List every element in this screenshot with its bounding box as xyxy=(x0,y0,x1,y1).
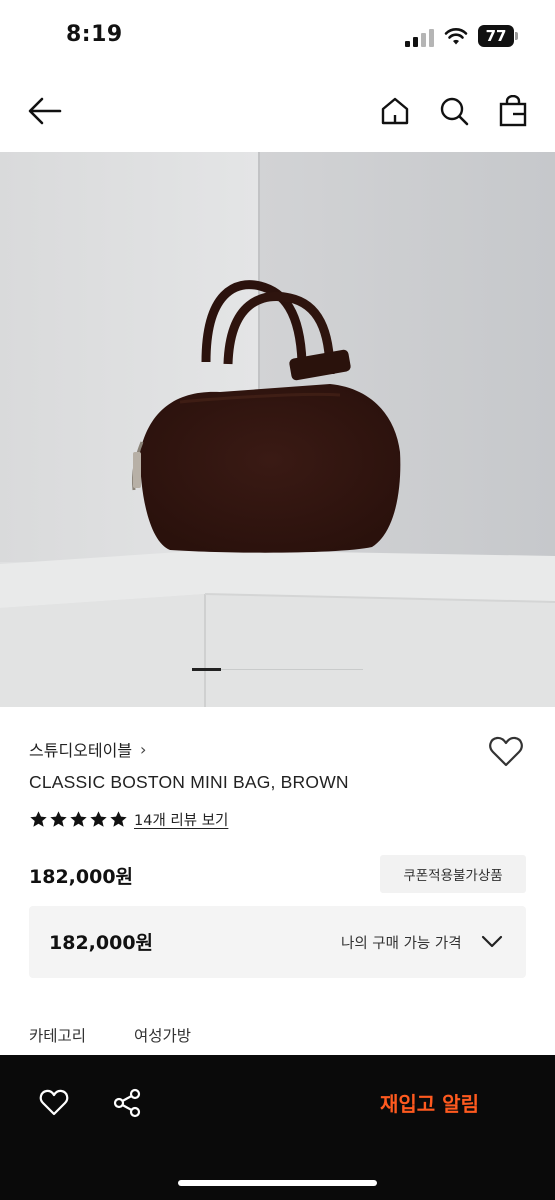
back-button[interactable] xyxy=(26,92,64,130)
chevron-right-icon: › xyxy=(140,739,147,759)
rating-stars xyxy=(29,810,128,829)
star-icon xyxy=(50,811,67,827)
rating-row: 14개 리뷰 보기 xyxy=(29,809,228,830)
status-bar: 8:19 77 xyxy=(0,0,555,72)
battery-level: 77 xyxy=(478,25,514,47)
star-icon xyxy=(70,811,87,827)
home-indicator xyxy=(178,1180,377,1186)
product-image-carousel[interactable] xyxy=(0,152,555,707)
app-header xyxy=(0,72,555,152)
wishlist-button[interactable] xyxy=(488,735,524,769)
share-button[interactable] xyxy=(111,1087,143,1119)
brand-name: 스튜디오테이블 xyxy=(29,741,133,760)
carousel-indicator-active xyxy=(192,668,221,671)
purchase-price-dropdown[interactable]: 182,000원 나의 구매 가능 가격 xyxy=(29,906,526,978)
status-time: 8:19 xyxy=(66,22,123,47)
shopping-bag-button[interactable] xyxy=(494,92,532,130)
category-row: 카테고리 여성가방 xyxy=(29,1024,191,1046)
home-icon xyxy=(381,97,409,125)
bottom-wishlist-button[interactable] xyxy=(38,1087,70,1119)
product-name: CLASSIC BOSTON MINI BAG, BROWN xyxy=(29,772,349,792)
carousel-indicator xyxy=(192,668,363,671)
search-icon xyxy=(440,97,469,126)
back-arrow-icon xyxy=(28,97,62,125)
battery-icon: 77 xyxy=(478,25,518,47)
cellular-signal-icon xyxy=(405,29,434,47)
coupon-badge: 쿠폰적용불가상품 xyxy=(380,855,526,893)
category-value: 여성가방 xyxy=(134,1027,192,1045)
bottom-action-bar: 재입고 알림 xyxy=(0,1055,555,1200)
star-icon xyxy=(110,811,127,827)
restock-alert-button[interactable]: 재입고 알림 xyxy=(380,1088,479,1117)
category-label: 카테고리 xyxy=(29,1027,87,1045)
review-link[interactable]: 14개 리뷰 보기 xyxy=(134,809,228,830)
product-image xyxy=(0,152,555,707)
star-icon xyxy=(90,811,107,827)
chevron-down-icon xyxy=(481,935,503,948)
product-price: 182,000원 xyxy=(29,866,134,888)
shopping-bag-icon xyxy=(499,95,527,127)
share-icon xyxy=(113,1088,141,1118)
star-icon xyxy=(30,811,47,827)
wifi-icon xyxy=(444,28,468,45)
brand-link[interactable]: 스튜디오테이블 › xyxy=(29,737,146,761)
purchase-price-label: 나의 구매 가능 가격 xyxy=(341,936,462,952)
search-button[interactable] xyxy=(435,92,473,130)
purchase-price-value: 182,000원 xyxy=(49,932,154,954)
heart-icon xyxy=(489,736,523,767)
home-button[interactable] xyxy=(376,92,414,130)
heart-icon xyxy=(39,1089,69,1116)
